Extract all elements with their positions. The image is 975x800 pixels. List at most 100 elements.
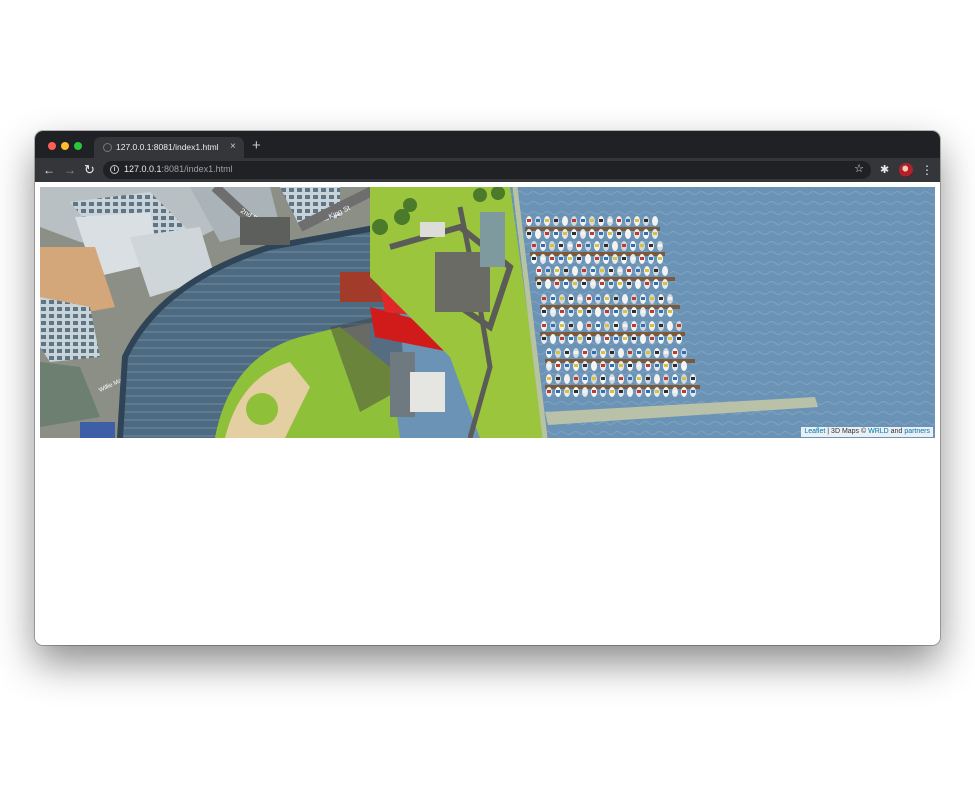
- avatar[interactable]: [899, 163, 913, 177]
- boat-cabin: [565, 364, 569, 367]
- boat-cabin: [569, 297, 573, 300]
- boat-cabin: [572, 219, 576, 222]
- boat-cabin: [560, 324, 564, 327]
- boat-cabin: [550, 244, 554, 247]
- boat-cabin: [582, 282, 586, 285]
- back-button[interactable]: ←: [43, 162, 55, 178]
- boat-cabin: [551, 310, 555, 313]
- close-window-button[interactable]: [48, 142, 56, 150]
- boat-cabin: [613, 257, 617, 260]
- boat-cabin: [537, 282, 541, 285]
- tab-active[interactable]: 127.0.0.1:8081/index1.html ×: [94, 137, 244, 158]
- boat-cabin: [644, 219, 648, 222]
- boat-cabin: [586, 257, 590, 260]
- star-icon[interactable]: ☆: [854, 162, 864, 175]
- boat-cabin: [682, 364, 686, 367]
- leaflet-link[interactable]: Leaflet: [804, 428, 825, 435]
- new-tab-button[interactable]: +: [252, 137, 261, 155]
- boat-cabin: [546, 269, 550, 272]
- boat-cabin: [565, 377, 569, 380]
- boat-cabin: [628, 390, 632, 393]
- small-building: [420, 222, 445, 237]
- boat-cabin: [560, 337, 564, 340]
- globe-icon: [103, 143, 112, 152]
- boat-cabin: [583, 351, 587, 354]
- boat-cabin: [646, 377, 650, 380]
- puzzle-icon[interactable]: ✱: [880, 163, 889, 177]
- boat-cabin: [574, 377, 578, 380]
- info-icon[interactable]: i: [110, 165, 119, 174]
- boat-cabin: [637, 390, 641, 393]
- boat-cabin: [536, 232, 540, 235]
- boat-cabin: [581, 232, 585, 235]
- url-path: :8081/index1.html: [161, 164, 233, 174]
- boat-cabin: [614, 324, 618, 327]
- boat-cabin: [596, 310, 600, 313]
- boat-cabin: [631, 244, 635, 247]
- boat-cabin: [578, 337, 582, 340]
- boat-cabin: [569, 324, 573, 327]
- boat-cabin: [617, 219, 621, 222]
- boat-cabin: [619, 364, 623, 367]
- partners-link[interactable]: partners: [904, 428, 930, 435]
- tab-close-button[interactable]: ×: [230, 140, 236, 154]
- minimize-window-button[interactable]: [61, 142, 69, 150]
- boat-cabin: [653, 219, 657, 222]
- url-text[interactable]: 127.0.0.1:8081/index1.html: [124, 164, 233, 174]
- boat-cabin: [587, 337, 591, 340]
- boat-cabin: [596, 337, 600, 340]
- boat-cabin: [659, 324, 663, 327]
- boat-cabin: [655, 377, 659, 380]
- boat-cabin: [677, 337, 681, 340]
- boat-cabin: [649, 244, 653, 247]
- wrld-link[interactable]: WRLD: [868, 428, 889, 435]
- address-bar[interactable]: i 127.0.0.1:8081/index1.html ☆: [103, 161, 871, 179]
- boat-cabin: [568, 244, 572, 247]
- boat-cabin: [623, 337, 627, 340]
- boat-cabin: [556, 351, 560, 354]
- reload-button[interactable]: ↻: [84, 162, 95, 178]
- boat-cabin: [596, 297, 600, 300]
- boat-cabin: [605, 297, 609, 300]
- boat-cabin: [595, 257, 599, 260]
- boat-cabin: [601, 390, 605, 393]
- map-attribution: Leaflet | 3D Maps © WRLD and partners: [801, 427, 933, 437]
- maximize-window-button[interactable]: [74, 142, 82, 150]
- map-3d-render: 2nd St King St Willie Mays Plaza: [40, 187, 935, 438]
- boat-cabin: [659, 297, 663, 300]
- boat-cabin: [592, 364, 596, 367]
- boat-cabin: [654, 282, 658, 285]
- boat-cabin: [628, 377, 632, 380]
- boat-cabin: [641, 297, 645, 300]
- boat-cabin: [542, 297, 546, 300]
- boat-cabin: [551, 337, 555, 340]
- boat-cabin: [659, 337, 663, 340]
- tab-strip: 127.0.0.1:8081/index1.html × +: [35, 131, 940, 158]
- boat-cabin: [573, 282, 577, 285]
- boat-cabin: [635, 219, 639, 222]
- boat-cabin: [668, 324, 672, 327]
- boat-cabin: [586, 244, 590, 247]
- attribution-text: | 3D Maps ©: [825, 428, 869, 435]
- boat-cabin: [664, 351, 668, 354]
- boat-cabin: [646, 390, 650, 393]
- boat-cabin: [587, 310, 591, 313]
- boat-cabin: [545, 219, 549, 222]
- kebab-menu-icon[interactable]: ⋮: [921, 162, 933, 178]
- boat-cabin: [608, 219, 612, 222]
- boat-cabin: [654, 269, 658, 272]
- boat-cabin: [641, 324, 645, 327]
- boat-cabin: [564, 282, 568, 285]
- boat-cabin: [600, 282, 604, 285]
- boat-cabin: [631, 257, 635, 260]
- boat-cabin: [608, 232, 612, 235]
- boat-cabin: [668, 337, 672, 340]
- boat-cabin: [578, 310, 582, 313]
- boat-cabin: [592, 377, 596, 380]
- boat-cabin: [577, 257, 581, 260]
- boat-cabin: [555, 269, 559, 272]
- boat-cabin: [646, 351, 650, 354]
- boat-cabin: [673, 377, 677, 380]
- map-container[interactable]: 2nd St King St Willie Mays Plaza Leaflet…: [40, 187, 935, 438]
- forward-button[interactable]: →: [64, 162, 76, 178]
